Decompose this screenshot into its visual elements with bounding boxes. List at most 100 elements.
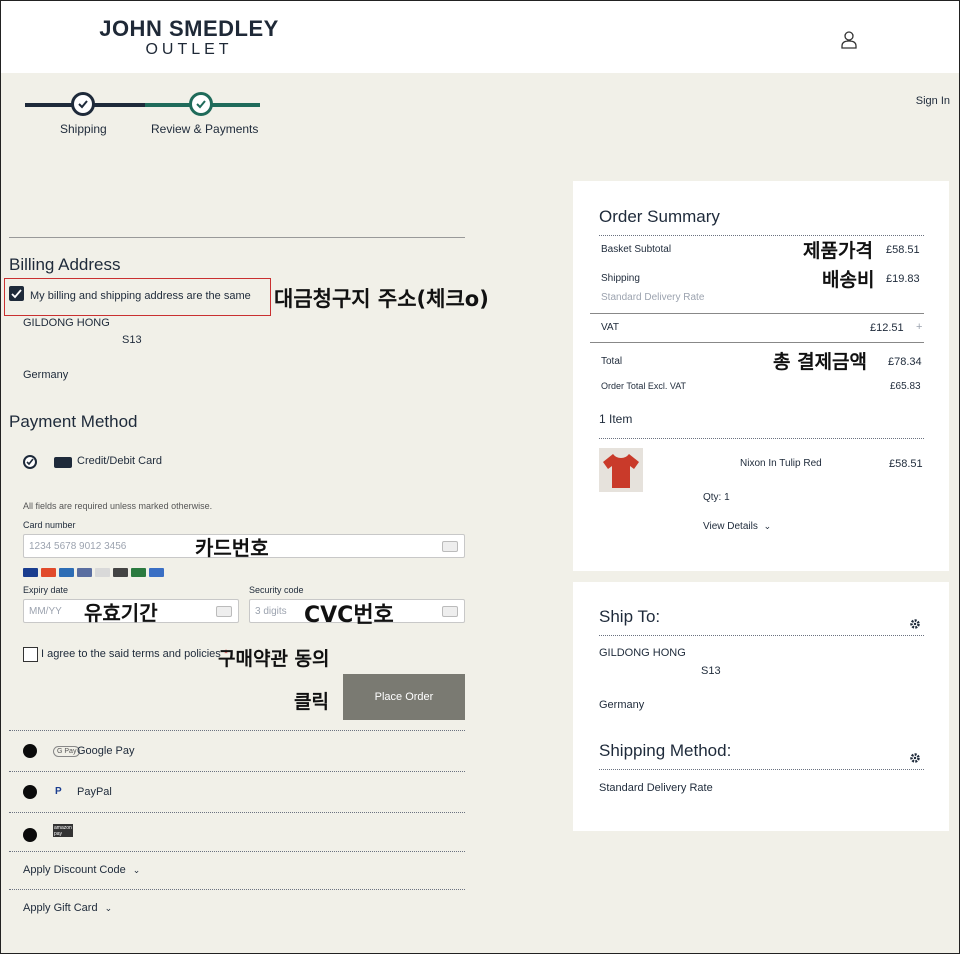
chevron-down-icon: ⌄: [763, 521, 772, 531]
items-count[interactable]: 1 Item: [599, 412, 632, 426]
order-summary-title: Order Summary: [599, 207, 720, 226]
calendar-icon: [216, 606, 232, 617]
annotation-card-number: 카드번호: [195, 536, 269, 560]
divider: [599, 769, 924, 770]
step-review-label[interactable]: Review & Payments: [151, 122, 258, 136]
divider: [590, 313, 924, 314]
item-qty: Qty: 1: [703, 492, 730, 503]
gear-icon[interactable]: [909, 752, 921, 764]
brand-line2: OUTLET: [145, 41, 233, 58]
billing-name: GILDONG HONG: [23, 317, 110, 329]
total-value: £78.34: [888, 356, 922, 368]
vat-expand-toggle[interactable]: +: [916, 321, 922, 333]
annotation-product-price: 제품가격: [803, 240, 873, 262]
step-shipping-label[interactable]: Shipping: [60, 122, 107, 136]
chevron-down-icon: ⌄: [104, 903, 113, 913]
terms-text: I agree to the said terms and policies: [41, 648, 221, 660]
annotation-billing: 대금청구지 주소(체크o): [274, 287, 489, 311]
unionpay-icon: [149, 568, 164, 577]
card-cvc-icon: [442, 606, 458, 617]
gear-icon[interactable]: [909, 618, 921, 630]
paypal-icon: P: [55, 786, 62, 797]
annotation-total: 총 결제금액: [773, 351, 868, 373]
divider: [599, 635, 924, 636]
apply-gift-label: Apply Gift Card: [23, 902, 98, 914]
apply-gift-toggle[interactable]: Apply Gift Card ⌄: [23, 902, 112, 914]
shipping-label: Shipping: [601, 273, 640, 284]
jcb-icon: [131, 568, 146, 577]
divider: [9, 771, 465, 772]
divider: [9, 730, 465, 731]
annotation-cvc: CVC번호: [304, 603, 394, 628]
step-review-check-icon[interactable]: [189, 92, 213, 116]
vat-label: VAT: [601, 322, 619, 333]
terms-checkbox[interactable]: [23, 647, 38, 662]
visa-icon: [23, 568, 38, 577]
item-name: Nixon In Tulip Red: [740, 458, 822, 469]
amazon-pay-icon: amazon pay: [53, 824, 73, 837]
amex-icon: [59, 568, 74, 577]
security-placeholder: 3 digits: [255, 606, 287, 617]
maestro-icon: [113, 568, 128, 577]
credit-card-icon: [54, 457, 72, 468]
divider: [9, 889, 465, 890]
card-option-radio[interactable]: [23, 455, 37, 469]
apply-discount-label: Apply Discount Code: [23, 864, 126, 876]
user-icon[interactable]: [841, 31, 857, 49]
shipping-method-title: Shipping Method:: [599, 741, 732, 760]
google-pay-radio[interactable]: [23, 744, 37, 758]
card-number-placeholder: 1234 5678 9012 3456: [29, 541, 127, 552]
annotation-terms: 구매약관 동의: [218, 648, 330, 670]
chevron-down-icon: ⌄: [132, 865, 141, 875]
shipping-method-value: Standard Delivery Rate: [599, 782, 713, 794]
payment-method-title: Payment Method: [9, 412, 138, 431]
shipping-method-label: Standard Delivery Rate: [601, 292, 705, 303]
step-shipping-check-icon[interactable]: [71, 92, 95, 116]
view-details-label: View Details: [703, 521, 758, 532]
total-label: Total: [601, 356, 623, 367]
diners-icon: [77, 568, 92, 577]
excl-vat-label: Order Total Excl. VAT: [601, 381, 687, 391]
terms-label[interactable]: I agree to the said terms and policies *: [41, 648, 228, 660]
site-header: JOHN SMEDLEY OUTLET: [1, 1, 959, 73]
ship-name: GILDONG HONG: [599, 647, 686, 659]
basket-subtotal-label: Basket Subtotal: [601, 244, 672, 255]
brand-logo[interactable]: JOHN SMEDLEY OUTLET: [98, 17, 280, 59]
brand-line1: JOHN SMEDLEY: [99, 16, 279, 41]
divider: [9, 812, 465, 813]
discover-icon: [95, 568, 110, 577]
view-details-toggle[interactable]: View Details ⌄: [703, 521, 771, 532]
ship-to-title: Ship To:: [599, 607, 661, 626]
amazon-pay-radio[interactable]: [23, 828, 37, 842]
divider: [599, 438, 924, 439]
place-order-button[interactable]: Place Order: [343, 674, 465, 720]
billing-line2: S13: [122, 334, 142, 346]
ship-country: Germany: [599, 699, 645, 711]
expiry-label: Expiry date: [23, 585, 69, 595]
shipping-value: £19.83: [886, 273, 920, 285]
sign-in-link[interactable]: Sign In: [916, 95, 950, 107]
apply-discount-toggle[interactable]: Apply Discount Code ⌄: [23, 864, 140, 876]
item-price: £58.51: [889, 458, 923, 470]
paypal-label[interactable]: PayPal: [77, 786, 112, 798]
same-address-label[interactable]: My billing and shipping address are the …: [30, 290, 251, 302]
mastercard-icon: [41, 568, 56, 577]
card-option-label[interactable]: Credit/Debit Card: [77, 455, 162, 467]
same-address-checkbox[interactable]: [9, 286, 24, 301]
card-generic-icon: [442, 541, 458, 552]
paypal-radio[interactable]: [23, 785, 37, 799]
basket-subtotal-value: £58.51: [886, 244, 920, 256]
divider: [599, 235, 924, 236]
vat-value: £12.51: [870, 322, 904, 334]
divider: [590, 342, 924, 343]
product-image: [599, 448, 643, 492]
divider: [9, 851, 465, 852]
order-summary-panel: [573, 181, 949, 571]
google-pay-label[interactable]: Google Pay: [77, 745, 134, 757]
annotation-expiry: 유효기간: [84, 601, 158, 625]
security-label: Security code: [249, 585, 304, 595]
ship-line2: S13: [701, 665, 721, 677]
billing-country: Germany: [23, 369, 69, 381]
annotation-shipping-fee: 배송비: [822, 269, 875, 291]
annotation-click: 클릭: [294, 691, 329, 713]
